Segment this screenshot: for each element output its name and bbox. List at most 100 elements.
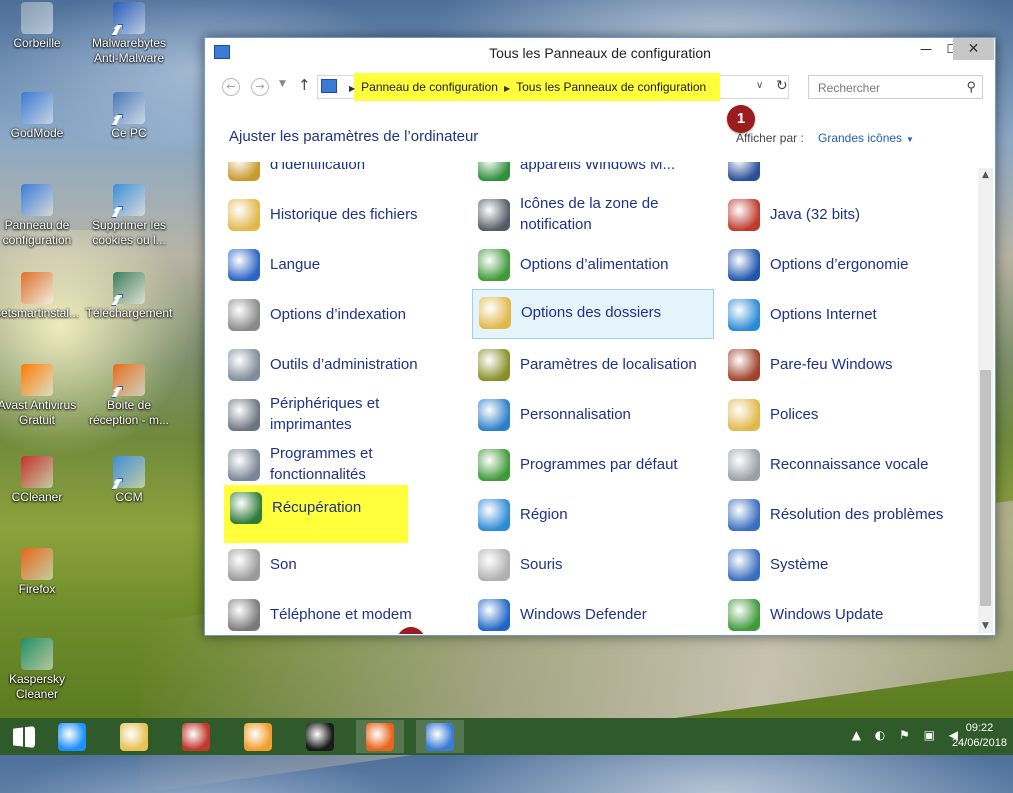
control-panel-item-label: Java (32 bits) — [770, 205, 861, 223]
control-panel-icon — [426, 723, 454, 751]
control-panel-item[interactable]: Options d’ergonomie — [722, 242, 964, 286]
troubleshooting-icon — [728, 499, 760, 531]
scrollbar-thumb[interactable] — [980, 370, 991, 606]
control-panel-item-label: Options d’ergonomie — [770, 255, 909, 273]
breadcrumb-item-control-panel[interactable]: Panneau de configuration — [361, 80, 498, 94]
control-panel-item[interactable]: Historique des fichiers — [222, 192, 464, 236]
control-panel-item[interactable]: d’identification — [222, 162, 464, 186]
desktop-app-icon — [21, 184, 53, 216]
control-panel-window: Tous les Panneaux de configuration — ☐ ✕… — [204, 37, 996, 636]
control-panel-item[interactable]: Reconnaissance vocale — [722, 442, 964, 486]
internet-explorer-icon — [58, 723, 86, 751]
desktop-icon-12[interactable]: Firefox — [0, 548, 82, 597]
control-panel-item[interactable]: Windows Update — [722, 592, 964, 634]
desktop-app-icon — [21, 548, 53, 580]
control-panel-item-label: Windows Defender — [520, 605, 647, 623]
clock-date: 24/06/2018 — [951, 737, 1007, 749]
search-icon[interactable]: ⚲ — [966, 79, 976, 95]
snipping-tool-button[interactable] — [172, 720, 220, 753]
desktop-icon-2[interactable]: GodMode — [0, 92, 82, 141]
sound-icon — [228, 549, 260, 581]
scroll-down-icon[interactable]: ▼ — [978, 621, 993, 631]
control-panel-item[interactable]: Paramètres de localisation — [472, 342, 714, 386]
mouse-icon — [478, 549, 510, 581]
control-panel-item[interactable]: Options Internet — [722, 292, 964, 336]
control-panel-item[interactable]: Options des dossiers — [472, 289, 714, 339]
control-panel-item[interactable]: Son — [222, 542, 464, 586]
firefox-button[interactable] — [356, 720, 404, 753]
control-panel-item[interactable]: Java (32 bits) — [722, 192, 964, 236]
desktop-app-icon — [21, 638, 53, 670]
view-by-value: Grandes icônes — [818, 131, 903, 145]
internet-explorer-button[interactable] — [48, 720, 96, 753]
title-bar[interactable]: Tous les Panneaux de configuration — ☐ ✕ — [205, 38, 995, 68]
control-panel-item-label: d’identification — [270, 162, 366, 173]
control-panel-item[interactable]: Programmes et fonctionnalités — [222, 442, 464, 486]
desktop-icon-label: Avast Antivirus Gratuit — [0, 398, 77, 427]
control-panel-item[interactable]: Polices — [722, 392, 964, 436]
system-tray[interactable]: ▲ ◐ ⚑ ▣ ◀ — [852, 728, 963, 742]
desktop-icon-5[interactable]: Supprimer les cookies ou l... — [84, 184, 174, 248]
terminal-app-button[interactable] — [296, 720, 344, 753]
control-panel-item[interactable]: Programmes par défaut — [472, 442, 714, 486]
control-panel-item-label: Options Internet — [770, 305, 877, 323]
forward-button[interactable]: → — [251, 78, 269, 96]
weather-app-button[interactable] — [234, 720, 282, 753]
control-panel-item[interactable]: Résolution des problèmes — [722, 492, 964, 536]
control-panel-item-label: Windows Update — [770, 605, 884, 623]
control-panel-item[interactable]: Icônes de la zone de notification — [472, 192, 714, 236]
control-panel-item[interactable]: Langue — [222, 242, 464, 286]
view-by-label: Afficher par : — [736, 131, 804, 145]
refresh-icon[interactable]: ↻ — [776, 78, 788, 94]
desktop-icon-6[interactable]: setsmartinstal... — [0, 272, 82, 321]
control-panel-item-label: Pare-feu Windows — [770, 355, 893, 373]
vertical-scrollbar[interactable]: ▲ ▼ — [978, 168, 993, 633]
desktop-app-icon — [113, 456, 145, 488]
control-panel-item[interactable]: Personnalisation — [472, 392, 714, 436]
control-panel-item[interactable]: Pare-feu Windows — [722, 342, 964, 386]
control-panel-item[interactable]: Outils d’administration — [222, 342, 464, 386]
desktop-icon-3[interactable]: Ce PC — [84, 92, 174, 141]
desktop-icon-7[interactable]: Téléchargement — [84, 272, 174, 321]
clock[interactable]: 09:22 24/06/2018 — [952, 721, 1007, 751]
mobility-icon — [478, 162, 510, 181]
desktop-icon-1[interactable]: Malwarebytes Anti-Malware — [84, 2, 174, 66]
control-panel-item[interactable]: Téléphone et modem — [222, 592, 464, 634]
desktop-icon-9[interactable]: Boite de réception - m... — [84, 364, 174, 428]
chevron-down-icon: ▼ — [906, 135, 914, 144]
desktop-icon-label: Corbeille — [13, 36, 61, 50]
control-panel-item-label: appareils Windows M... — [520, 162, 676, 173]
chevron-right-icon[interactable]: ▶ — [504, 84, 510, 93]
address-chevron-down-icon[interactable]: ∨ — [756, 80, 763, 91]
desktop-icon-13[interactable]: Kaspersky Cleaner — [0, 638, 82, 702]
control-panel-item[interactable]: Périphériques et imprimantes — [222, 392, 464, 436]
file-explorer-button[interactable] — [110, 720, 158, 753]
up-arrow-icon[interactable]: ↑ — [298, 76, 311, 94]
recent-locations-chevron-down-icon[interactable]: ▼ — [279, 79, 286, 89]
control-panel-item[interactable]: appareils Windows M... — [472, 162, 714, 186]
close-button[interactable]: ✕ — [953, 38, 994, 60]
desktop-app-icon — [21, 2, 53, 34]
chevron-right-icon[interactable]: ▶ — [349, 84, 355, 93]
control-panel-item[interactable]: Région — [472, 492, 714, 536]
search-input[interactable]: Rechercher ⚲ — [808, 75, 983, 99]
desktop-icon-8[interactable]: Avast Antivirus Gratuit — [0, 364, 82, 428]
control-panel-item[interactable]: Windows Defender — [472, 592, 714, 634]
view-by-dropdown[interactable]: Grandes icônes ▼ — [818, 131, 914, 145]
breadcrumb-item-all-control-panels[interactable]: Tous les Panneaux de configuration — [516, 80, 706, 94]
desktop-icon-10[interactable]: CCleaner — [0, 456, 82, 505]
ease-of-access-icon — [728, 249, 760, 281]
start-button[interactable] — [0, 720, 48, 753]
desktop-icon-4[interactable]: Panneau de configuration — [0, 184, 82, 248]
control-panel-item[interactable]: Récupération — [224, 485, 408, 543]
scroll-up-icon[interactable]: ▲ — [978, 170, 993, 180]
control-panel-item[interactable]: Souris — [472, 542, 714, 586]
control-panel-item[interactable]: Système — [722, 542, 964, 586]
desktop-icon-11[interactable]: CCM — [84, 456, 174, 505]
control-panel-item[interactable]: Options d’indexation — [222, 292, 464, 336]
control-panel-button[interactable] — [416, 720, 464, 753]
back-button[interactable]: ← — [222, 78, 240, 96]
desktop-icon-0[interactable]: Corbeille — [0, 2, 82, 51]
control-panel-item[interactable] — [722, 162, 964, 186]
control-panel-item[interactable]: Options d’alimentation — [472, 242, 714, 286]
